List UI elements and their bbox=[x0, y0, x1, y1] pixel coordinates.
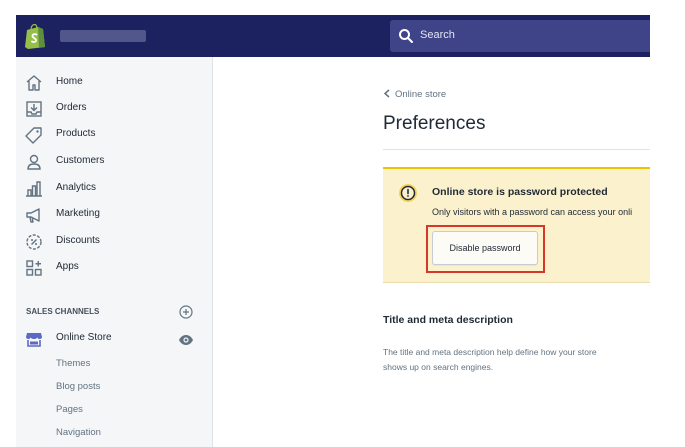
sidebar-item-customers[interactable]: Customers bbox=[16, 150, 212, 174]
sidebar-subitem-navigation[interactable]: Navigation bbox=[56, 427, 101, 438]
tag-icon bbox=[25, 127, 42, 144]
sidebar-item-marketing[interactable]: Marketing bbox=[16, 203, 212, 227]
sidebar-item-label: Products bbox=[56, 128, 96, 139]
screenshot-margin bbox=[650, 15, 685, 447]
sidebar-item-orders[interactable]: Orders bbox=[16, 97, 212, 121]
sidebar-item-apps[interactable]: Apps bbox=[16, 256, 212, 280]
search-input[interactable]: Search bbox=[420, 29, 455, 41]
banner-title: Online store is password protected bbox=[432, 186, 608, 198]
sidebar-item-label: Orders bbox=[56, 102, 87, 113]
sidebar: Home Orders Products Customers Analytics… bbox=[16, 57, 213, 447]
sales-channels-heading: SALES CHANNELS bbox=[26, 307, 100, 316]
discount-icon bbox=[26, 234, 42, 250]
shopify-logo-icon[interactable] bbox=[24, 23, 46, 49]
sidebar-item-label: Analytics bbox=[56, 182, 97, 193]
store-icon bbox=[26, 333, 42, 347]
search-bar[interactable]: Search bbox=[390, 20, 652, 52]
sidebar-item-home[interactable]: Home bbox=[16, 71, 212, 95]
add-circle-icon[interactable] bbox=[179, 305, 193, 319]
sidebar-item-label: Discounts bbox=[56, 235, 100, 246]
password-protected-banner: Online store is password protected Only … bbox=[383, 167, 650, 283]
apps-icon bbox=[26, 260, 42, 276]
divider bbox=[383, 149, 650, 150]
chevron-left-icon bbox=[383, 89, 390, 98]
sidebar-item-analytics[interactable]: Analytics bbox=[16, 177, 212, 201]
breadcrumb[interactable]: Online store bbox=[383, 89, 446, 100]
sidebar-item-label: Customers bbox=[56, 155, 105, 166]
section-description: The title and meta description help defi… bbox=[383, 347, 597, 372]
alert-circle-icon bbox=[399, 184, 417, 202]
sidebar-subitem-blog-posts[interactable]: Blog posts bbox=[56, 381, 100, 392]
page-title: Preferences bbox=[383, 113, 486, 134]
store-name-redacted[interactable] bbox=[60, 30, 146, 42]
sidebar-subitem-pages[interactable]: Pages bbox=[56, 404, 83, 415]
sidebar-item-label: Home bbox=[56, 76, 83, 87]
sidebar-item-label: Online Store bbox=[56, 332, 112, 343]
sidebar-subitem-themes[interactable]: Themes bbox=[56, 358, 90, 369]
analytics-icon bbox=[26, 181, 42, 197]
eye-icon[interactable] bbox=[178, 334, 194, 346]
section-title: Title and meta description bbox=[383, 314, 513, 326]
top-bar: Search bbox=[16, 15, 652, 57]
sidebar-item-discounts[interactable]: Discounts bbox=[16, 230, 212, 254]
orders-icon bbox=[26, 101, 42, 117]
sidebar-item-label: Marketing bbox=[56, 208, 100, 219]
megaphone-icon bbox=[26, 208, 40, 223]
search-icon bbox=[399, 29, 413, 43]
banner-message: Only visitors with a password can access… bbox=[432, 207, 633, 217]
customer-icon bbox=[27, 154, 41, 170]
home-icon bbox=[26, 75, 42, 91]
breadcrumb-label: Online store bbox=[395, 89, 447, 100]
sidebar-item-label: Apps bbox=[56, 261, 79, 272]
sidebar-item-products[interactable]: Products bbox=[16, 123, 212, 147]
disable-password-button[interactable]: Disable password bbox=[432, 231, 538, 265]
